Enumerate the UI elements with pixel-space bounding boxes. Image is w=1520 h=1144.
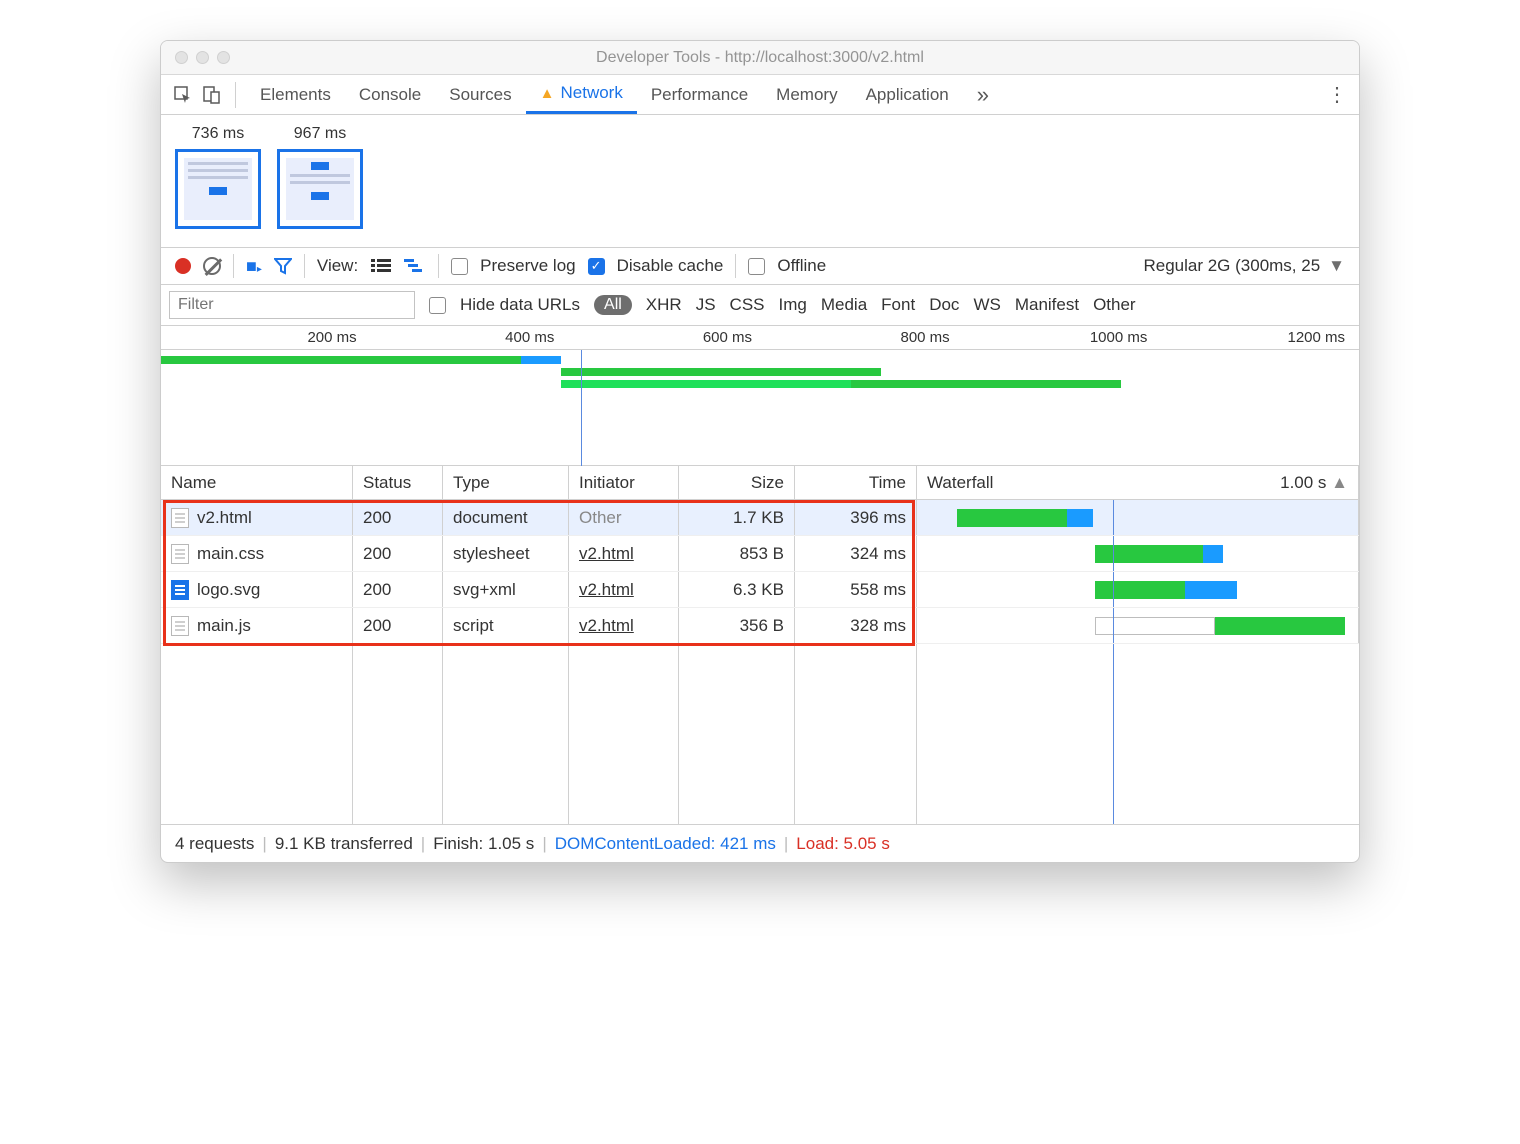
window-title: Developer Tools - http://localhost:3000/… <box>161 49 1359 67</box>
filter-toggle-icon[interactable] <box>274 257 292 275</box>
record-button[interactable] <box>175 258 191 274</box>
kebab-menu-icon[interactable]: ⋮ <box>1323 81 1351 109</box>
preserve-log-label: Preserve log <box>480 256 575 276</box>
col-time[interactable]: Time <box>795 466 917 499</box>
col-status[interactable]: Status <box>353 466 443 499</box>
filter-type[interactable]: XHR <box>646 295 682 315</box>
filter-input[interactable] <box>169 291 415 319</box>
empty-space <box>161 644 1359 824</box>
filter-type[interactable]: Manifest <box>1015 295 1079 315</box>
file-icon <box>171 544 189 564</box>
view-label: View: <box>317 256 358 276</box>
preserve-log-checkbox[interactable] <box>451 258 468 275</box>
filter-type-all[interactable]: All <box>594 295 632 315</box>
network-toolbar: ■▸ View: Preserve log ✓ Disable cache Of… <box>161 248 1359 285</box>
dcl-marker <box>581 350 582 466</box>
status-load: Load: 5.05 s <box>796 834 890 854</box>
filmstrip-frame[interactable]: 736 ms <box>175 125 261 229</box>
sort-asc-icon: ▲ <box>1331 473 1348 492</box>
file-icon <box>171 508 189 528</box>
throttle-select[interactable]: Regular 2G (300ms, 25▼ <box>1143 256 1345 276</box>
status-bar: 4 requests | 9.1 KB transferred | Finish… <box>161 824 1359 862</box>
table-header: Name Status Type Initiator Size Time Wat… <box>161 466 1359 500</box>
view-list-icon[interactable] <box>370 257 392 275</box>
panel-tabs: Elements Console Sources ▲Network Perfor… <box>161 75 1359 115</box>
tab-console[interactable]: Console <box>345 75 435 114</box>
disable-cache-checkbox[interactable]: ✓ <box>588 258 605 275</box>
titlebar: Developer Tools - http://localhost:3000/… <box>161 41 1359 75</box>
status-dcl: DOMContentLoaded: 421 ms <box>555 834 776 854</box>
offline-label: Offline <box>777 256 826 276</box>
filter-type[interactable]: Doc <box>929 295 959 315</box>
col-type[interactable]: Type <box>443 466 569 499</box>
initiator-link[interactable]: v2.html <box>579 616 634 636</box>
table-row[interactable]: main.js 200 script v2.html 356 B 328 ms <box>161 608 1359 644</box>
hide-data-urls-label: Hide data URLs <box>460 295 580 315</box>
filmstrip-frame[interactable]: 967 ms <box>277 125 363 229</box>
filter-type[interactable]: Media <box>821 295 867 315</box>
table-row[interactable]: logo.svg 200 svg+xml v2.html 6.3 KB 558 … <box>161 572 1359 608</box>
screenshot-icon[interactable]: ■▸ <box>246 256 262 277</box>
filmstrip: 736 ms 967 ms <box>161 115 1359 248</box>
device-toggle-icon[interactable] <box>197 81 225 109</box>
chevron-down-icon: ▼ <box>1328 256 1345 276</box>
filter-type[interactable]: JS <box>696 295 716 315</box>
col-initiator[interactable]: Initiator <box>569 466 679 499</box>
file-icon <box>171 580 189 600</box>
initiator-link[interactable]: v2.html <box>579 580 634 600</box>
status-transferred: 9.1 KB transferred <box>275 834 413 854</box>
tab-application[interactable]: Application <box>852 75 963 114</box>
timeline-overview[interactable]: 200 ms 400 ms 600 ms 800 ms 1000 ms 1200… <box>161 326 1359 466</box>
filter-type[interactable]: Font <box>881 295 915 315</box>
filter-type[interactable]: Other <box>1093 295 1136 315</box>
table-row[interactable]: main.css 200 stylesheet v2.html 853 B 32… <box>161 536 1359 572</box>
col-name[interactable]: Name <box>161 466 353 499</box>
table-row[interactable]: v2.html 200 document Other 1.7 KB 396 ms <box>161 500 1359 536</box>
warning-icon: ▲ <box>540 85 555 102</box>
initiator-link[interactable]: v2.html <box>579 544 634 564</box>
filter-type[interactable]: Img <box>779 295 807 315</box>
offline-checkbox[interactable] <box>748 258 765 275</box>
disable-cache-label: Disable cache <box>617 256 724 276</box>
clear-button[interactable] <box>203 257 221 275</box>
filter-bar: Hide data URLs All XHR JS CSS Img Media … <box>161 285 1359 326</box>
tab-sources[interactable]: Sources <box>435 75 525 114</box>
col-waterfall[interactable]: Waterfall 1.00 s ▲ <box>917 466 1359 499</box>
tab-elements[interactable]: Elements <box>246 75 345 114</box>
status-requests: 4 requests <box>175 834 254 854</box>
filter-type[interactable]: CSS <box>730 295 765 315</box>
devtools-window: Developer Tools - http://localhost:3000/… <box>160 40 1360 863</box>
hide-data-urls-checkbox[interactable] <box>429 297 446 314</box>
view-waterfall-icon[interactable] <box>404 257 426 275</box>
request-rows: v2.html 200 document Other 1.7 KB 396 ms… <box>161 500 1359 824</box>
filter-type[interactable]: WS <box>973 295 1000 315</box>
col-size[interactable]: Size <box>679 466 795 499</box>
tab-performance[interactable]: Performance <box>637 75 762 114</box>
status-finish: Finish: 1.05 s <box>433 834 534 854</box>
tab-network[interactable]: ▲Network <box>526 75 637 114</box>
inspect-icon[interactable] <box>169 81 197 109</box>
tab-memory[interactable]: Memory <box>762 75 851 114</box>
tabs-overflow[interactable]: » <box>963 75 1003 114</box>
file-icon <box>171 616 189 636</box>
